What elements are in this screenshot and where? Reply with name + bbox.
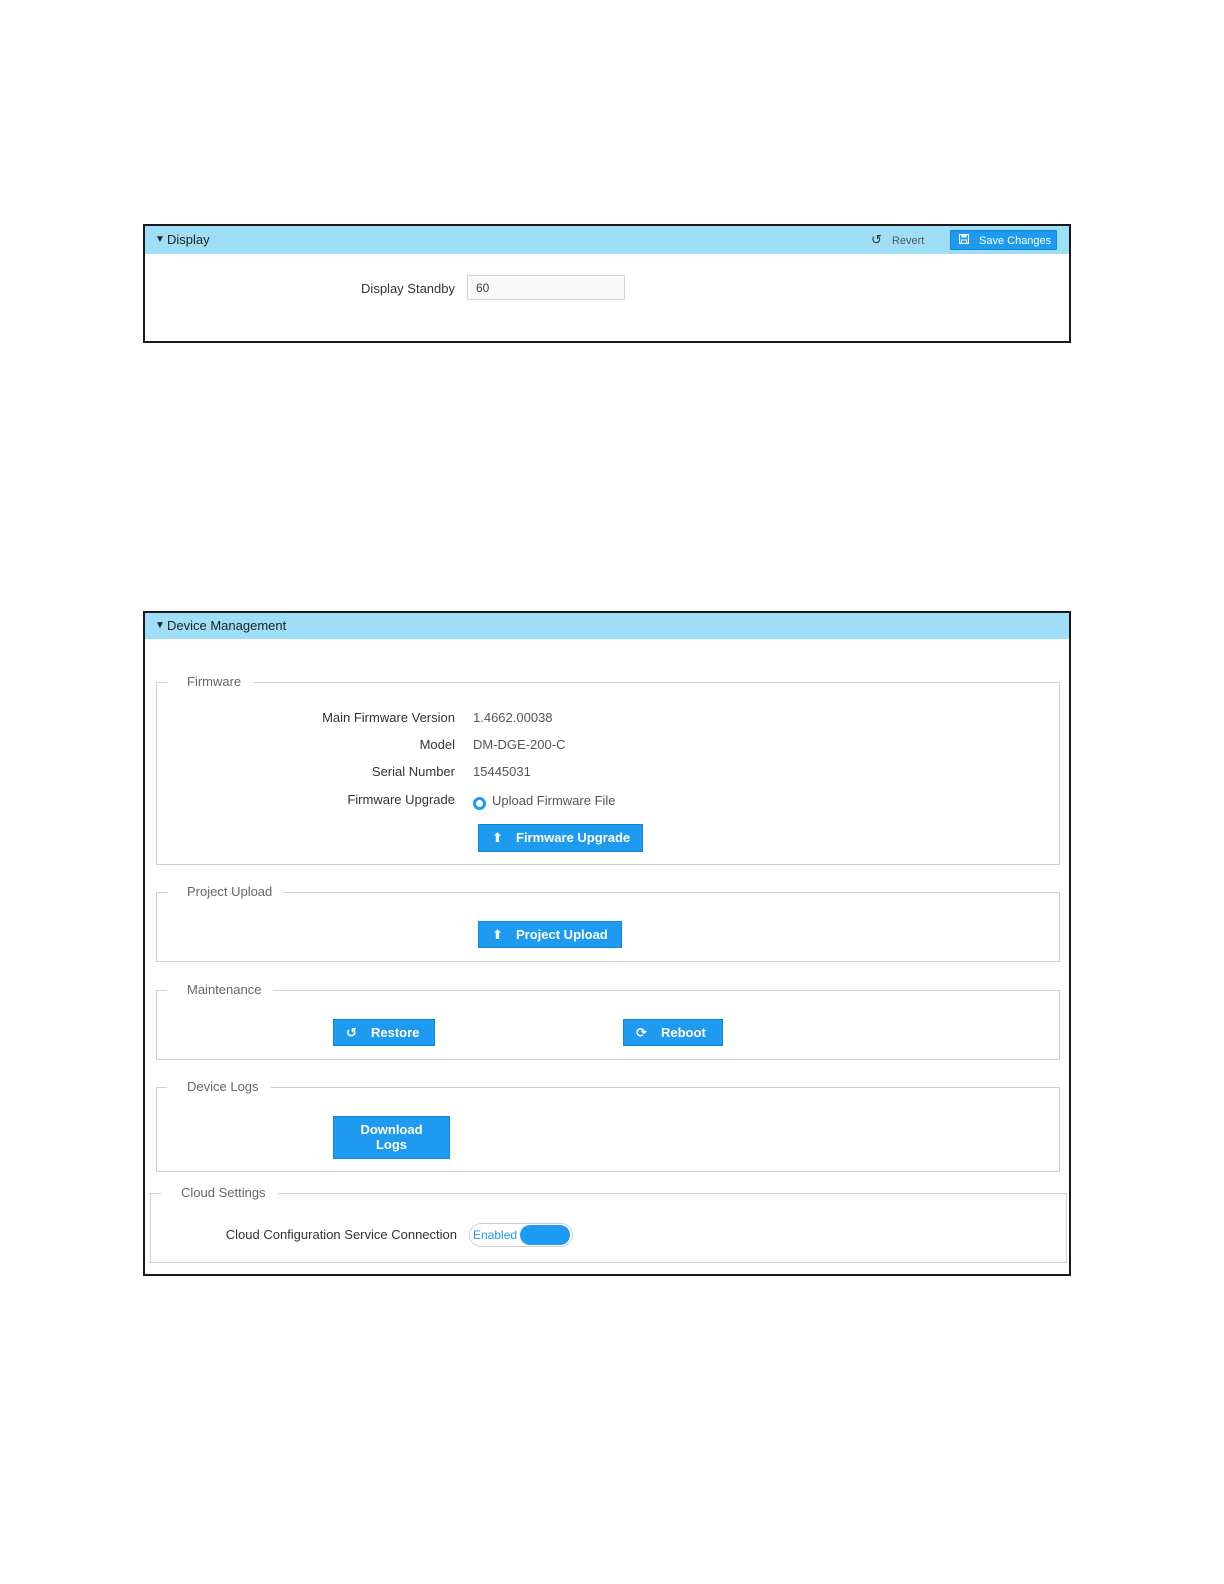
undo-icon: ↺ (346, 1025, 357, 1040)
download-logs-button[interactable]: Download Logs (333, 1116, 450, 1159)
device-management-panel: ▼ Device Management Firmware Main Firmwa… (143, 611, 1071, 1276)
save-changes-label: Save Changes (979, 235, 1052, 247)
display-standby-label: Display Standby (361, 281, 455, 296)
upload-icon: ⬆ (492, 927, 503, 942)
floppy-disk-icon (958, 231, 970, 251)
maintenance-legend: Maintenance (167, 982, 274, 998)
undo-icon: ↺ (871, 232, 882, 247)
reboot-button[interactable]: ⟳ Reboot (623, 1019, 723, 1046)
cloud-connection-label: Cloud Configuration Service Connection (225, 1227, 457, 1242)
download-logs-label-line2: Logs (375, 1137, 408, 1152)
project-upload-legend: Project Upload (167, 884, 285, 900)
firmware-section: Firmware Main Firmware Version 1.4662.00… (156, 674, 1060, 865)
panel-title: Device Management (167, 618, 287, 633)
project-upload-button[interactable]: ⬆ Project Upload (478, 921, 622, 948)
main-firmware-version-value: 1.4662.00038 (473, 710, 553, 725)
caret-down-icon: ▼ (155, 234, 165, 245)
restore-button[interactable]: ↺ Restore (333, 1019, 435, 1046)
model-label: Model (419, 737, 455, 752)
toggle-state-label: Enabled (473, 1228, 518, 1242)
cloud-connection-toggle[interactable]: Enabled (469, 1223, 573, 1247)
panel-title: Display (167, 232, 210, 247)
download-logs-label-line1: Download (360, 1122, 423, 1137)
display-standby-input[interactable] (467, 275, 625, 300)
display-panel: ▼ Display ↺ Revert Save Changes Display S… (143, 224, 1071, 343)
refresh-icon: ⟳ (636, 1025, 647, 1040)
firmware-upgrade-button-label: Firmware Upgrade (516, 830, 631, 845)
firmware-upgrade-button[interactable]: ⬆ Firmware Upgrade (478, 824, 643, 852)
maintenance-section: Maintenance ↺ Restore ⟳ Reboot (156, 982, 1060, 1060)
restore-button-label: Restore (371, 1025, 420, 1040)
revert-button[interactable]: ↺ Revert (871, 226, 924, 255)
cloud-settings-legend: Cloud Settings (161, 1185, 278, 1201)
firmware-upgrade-label: Firmware Upgrade (347, 792, 455, 807)
upload-firmware-option-label: Upload Firmware File (492, 793, 616, 808)
display-panel-header[interactable]: ▼ Display ↺ Revert Save Changes (145, 226, 1069, 254)
project-upload-section: Project Upload ⬆ Project Upload (156, 884, 1060, 962)
serial-number-label: Serial Number (371, 764, 455, 779)
serial-number-value: 15445031 (473, 764, 531, 779)
project-upload-button-label: Project Upload (516, 927, 608, 942)
reboot-button-label: Reboot (661, 1025, 706, 1040)
revert-label: Revert (891, 235, 925, 247)
firmware-legend: Firmware (167, 674, 254, 690)
device-management-header[interactable]: ▼ Device Management (145, 613, 1069, 639)
toggle-knob (520, 1225, 570, 1245)
save-changes-button[interactable]: Save Changes (950, 230, 1057, 250)
caret-down-icon: ▼ (155, 620, 165, 631)
device-logs-legend: Device Logs (167, 1079, 271, 1095)
upload-firmware-radio[interactable] (473, 797, 486, 810)
upload-icon: ⬆ (492, 830, 503, 845)
main-firmware-version-label: Main Firmware Version (322, 710, 455, 725)
cloud-settings-section: Cloud Settings Cloud Configuration Servi… (150, 1185, 1067, 1263)
model-value: DM-DGE-200-C (473, 737, 566, 752)
device-logs-section: Device Logs Download Logs (156, 1079, 1060, 1172)
